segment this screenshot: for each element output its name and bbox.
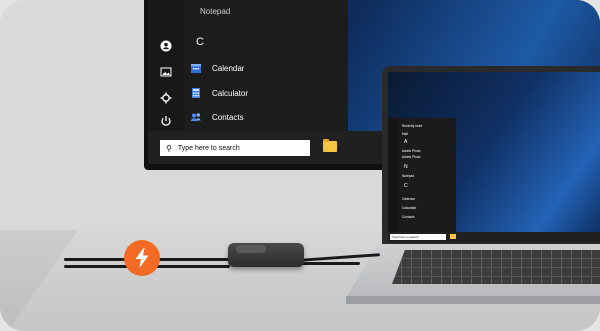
settings-icon[interactable] bbox=[160, 92, 172, 104]
laptop-item-mail[interactable]: Mail bbox=[402, 132, 408, 136]
search-icon: ⚲ bbox=[166, 143, 172, 153]
file-explorer-icon[interactable] bbox=[323, 139, 337, 152]
laptop-letter-c[interactable]: C bbox=[404, 183, 408, 189]
laptop-item-contacts[interactable]: Contacts bbox=[402, 215, 415, 219]
calculator-label: Calculator bbox=[212, 88, 249, 98]
laptop-search-box[interactable]: Type here to search bbox=[390, 234, 446, 240]
power-icon[interactable] bbox=[160, 115, 172, 127]
contacts-label: Contacts bbox=[212, 112, 244, 122]
contacts-icon bbox=[190, 111, 202, 123]
laptop-recent-header: Recently used bbox=[402, 124, 423, 128]
notepad-label: Notepad bbox=[200, 6, 231, 16]
laptop-item-adobe-2[interactable]: Adobe Photo bbox=[402, 155, 420, 159]
laptop-file-explorer-icon[interactable] bbox=[450, 234, 456, 239]
section-letter-c[interactable]: C bbox=[196, 36, 204, 48]
laptop-cable bbox=[300, 262, 360, 265]
scene: Notepad C Calendar Calculator Contacts ⚲… bbox=[0, 0, 600, 331]
laptop-start-rail bbox=[388, 118, 398, 238]
laptop-letter-a[interactable]: A bbox=[404, 139, 407, 145]
taskbar-search-box[interactable]: ⚲ Type here to search bbox=[160, 140, 310, 156]
user-icon[interactable] bbox=[160, 40, 172, 52]
pictures-icon[interactable] bbox=[160, 66, 172, 78]
laptop-taskbar: Type here to search bbox=[388, 232, 600, 242]
lightning-bolt-icon bbox=[124, 240, 160, 276]
docking-station bbox=[228, 243, 304, 267]
start-item-contacts[interactable]: Contacts bbox=[190, 108, 244, 126]
calendar-icon bbox=[190, 62, 202, 74]
start-item-calendar[interactable]: Calendar bbox=[190, 59, 244, 77]
search-placeholder: Type here to search bbox=[177, 144, 240, 152]
laptop-lid: Recently used Mail A Adobe Photo Adobe P… bbox=[382, 66, 600, 246]
laptop-screen: Recently used Mail A Adobe Photo Adobe P… bbox=[388, 72, 600, 242]
laptop-item-adobe-1[interactable]: Adobe Photo bbox=[402, 149, 420, 153]
laptop-item-calculator[interactable]: Calculator bbox=[402, 206, 416, 210]
calculator-icon bbox=[190, 87, 202, 99]
laptop-item-calendar[interactable]: Calendar bbox=[402, 197, 415, 201]
dock-indicator bbox=[236, 245, 266, 253]
laptop-letter-n[interactable]: N bbox=[404, 164, 408, 170]
laptop-keyboard-rows bbox=[392, 250, 600, 284]
laptop-start-menu: Recently used Mail A Adobe Photo Adobe P… bbox=[388, 118, 456, 238]
laptop-item-notepad[interactable]: Notepad bbox=[402, 174, 414, 178]
laptop-base-front bbox=[346, 296, 600, 304]
start-item-calculator[interactable]: Calculator bbox=[190, 84, 248, 102]
start-item-partial[interactable]: Notepad bbox=[200, 2, 230, 20]
calendar-label: Calendar bbox=[212, 63, 245, 73]
